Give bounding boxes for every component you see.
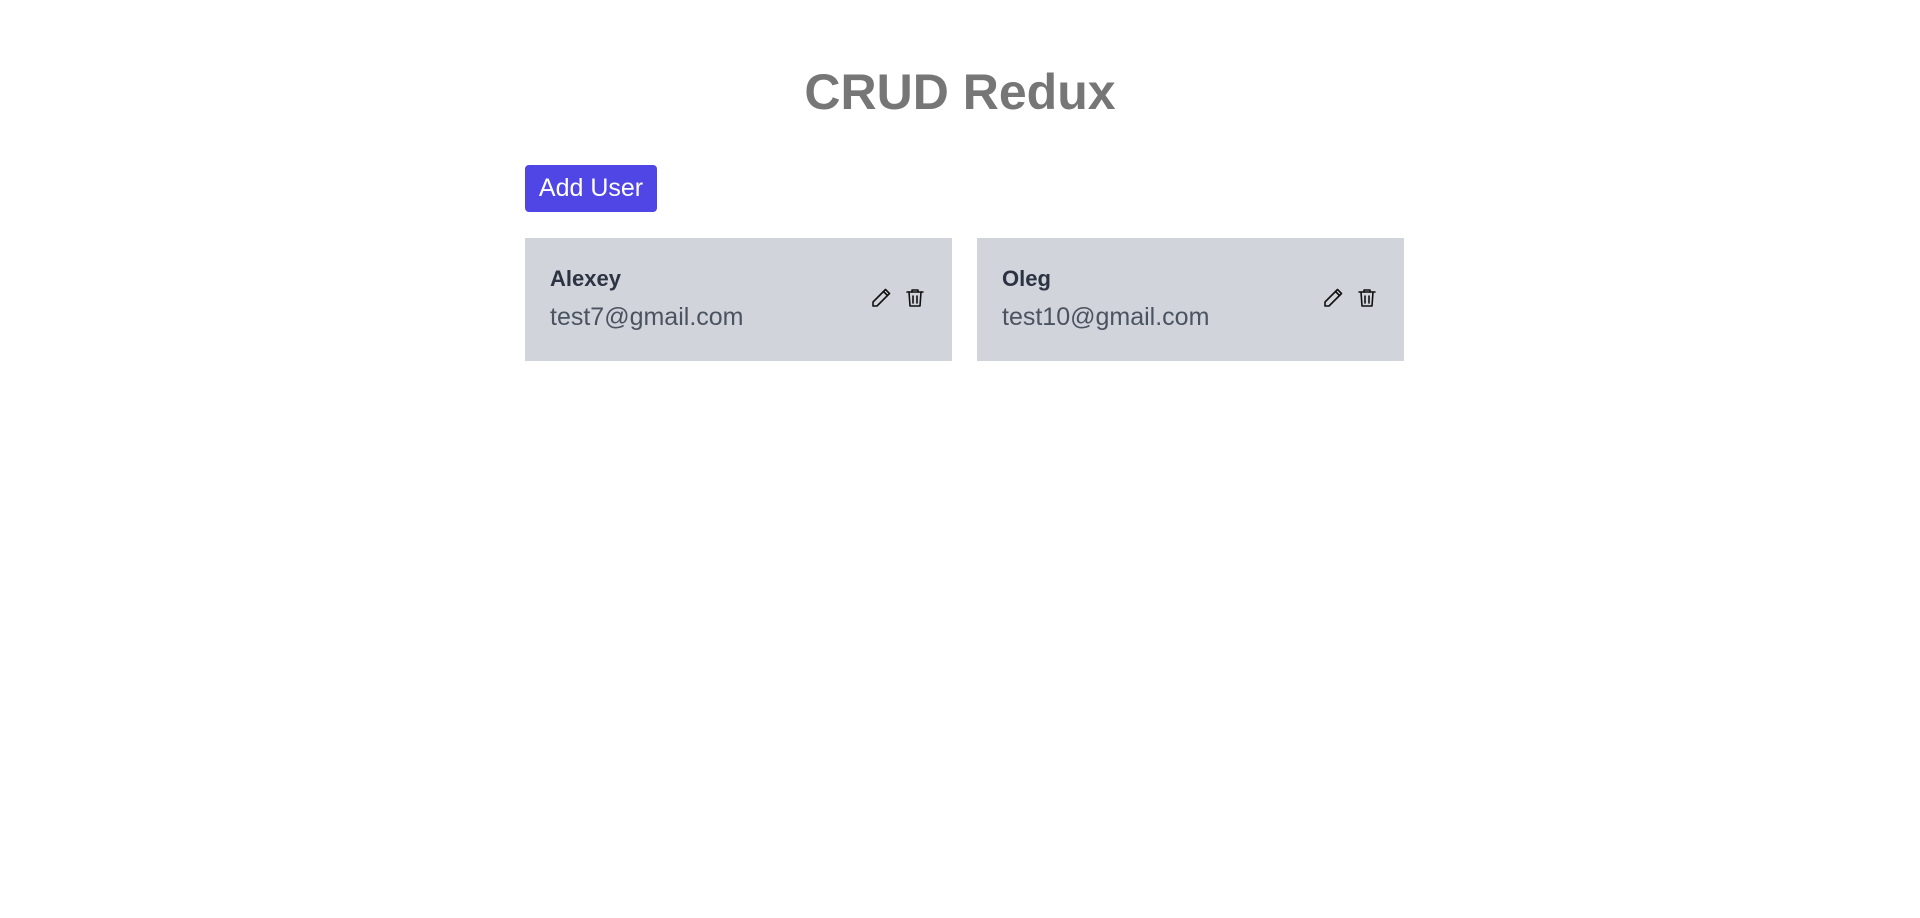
page-title: CRUD Redux <box>804 64 1116 120</box>
trash-icon[interactable] <box>903 286 927 310</box>
user-name: Alexey <box>550 266 621 291</box>
user-card: Alexey test7@gmail.com <box>525 238 952 361</box>
user-email: test10@gmail.com <box>1002 303 1210 331</box>
user-card: Oleg test10@gmail.com <box>977 238 1404 361</box>
app-root: CRUD Redux Add User Alexey test7@gmail.c… <box>0 0 1920 918</box>
user-name: Oleg <box>1002 266 1051 291</box>
pencil-icon[interactable] <box>1321 286 1345 310</box>
pencil-icon[interactable] <box>869 286 893 310</box>
trash-icon[interactable] <box>1355 286 1379 310</box>
user-actions <box>869 286 927 310</box>
user-list: Alexey test7@gmail.com Oleg test10@gmail… <box>525 238 1405 361</box>
user-actions <box>1321 286 1379 310</box>
add-user-button[interactable]: Add User <box>525 165 657 212</box>
user-email: test7@gmail.com <box>550 303 744 331</box>
